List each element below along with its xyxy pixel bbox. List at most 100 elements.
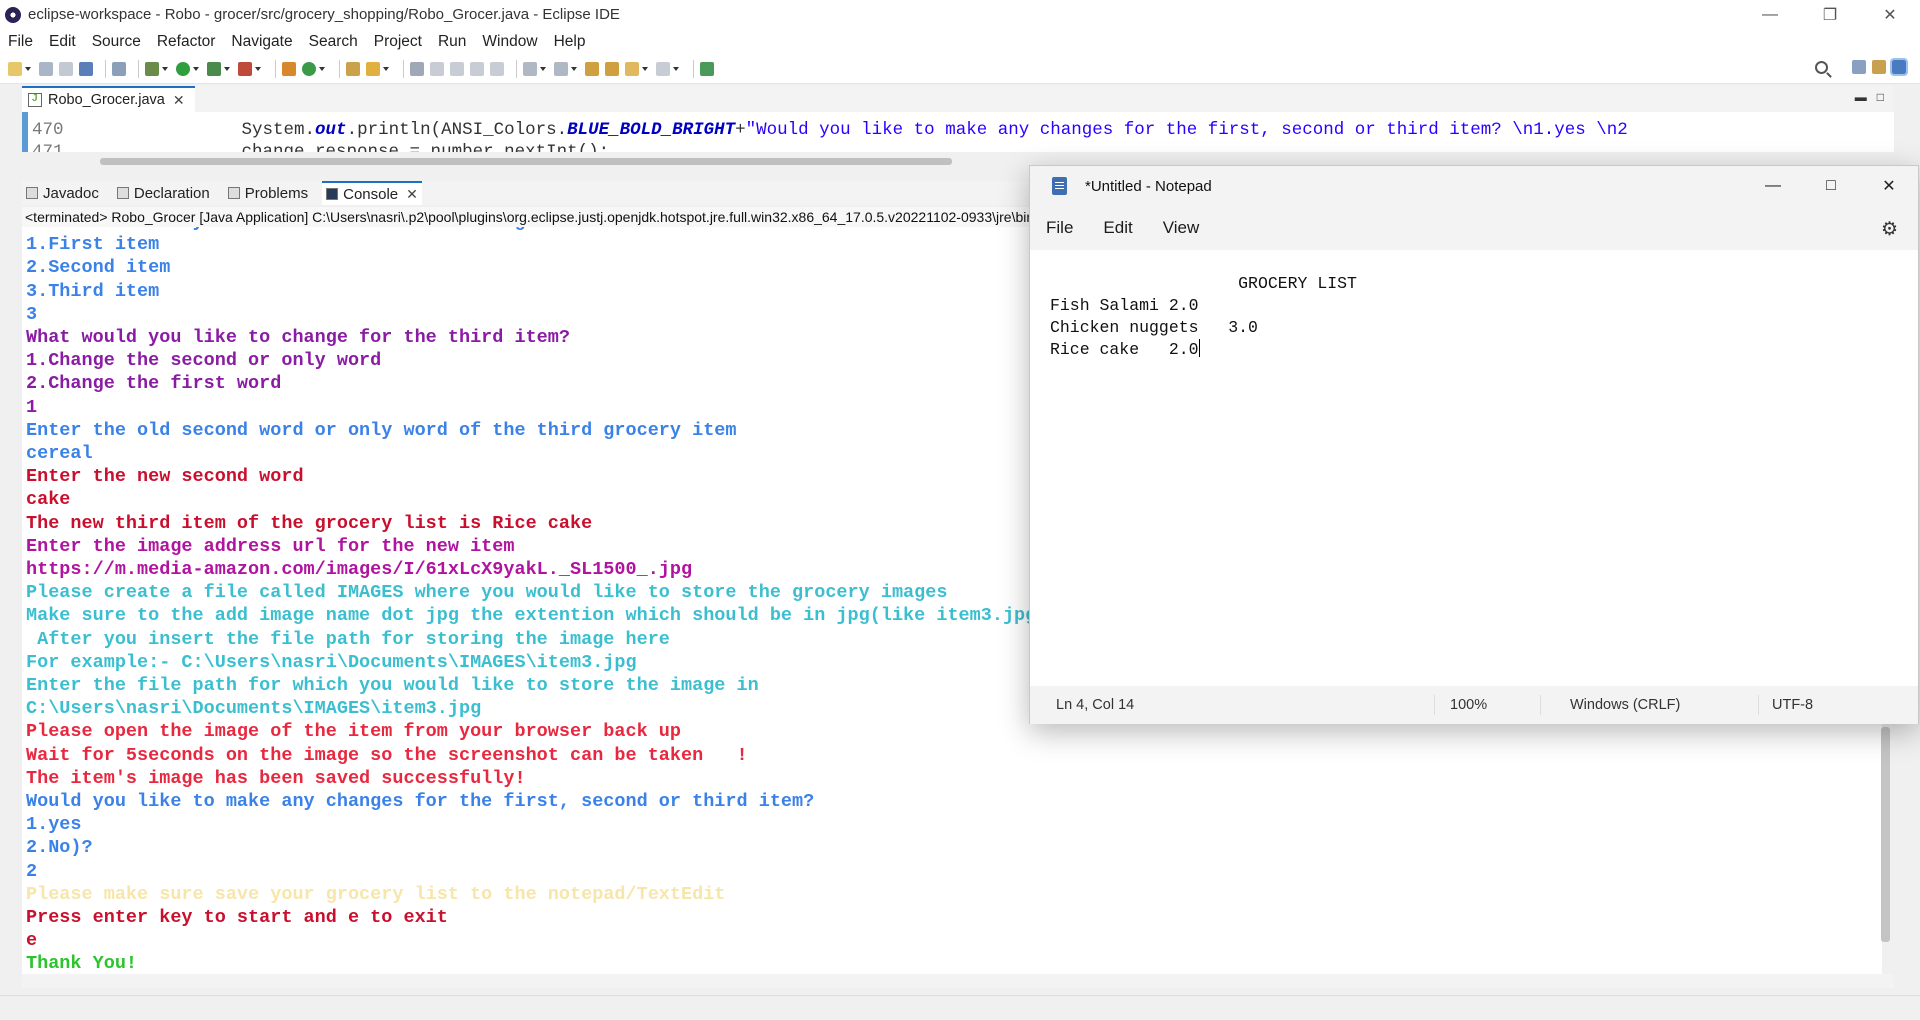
zoom-level: 100% xyxy=(1450,697,1488,713)
menu-navigate[interactable]: Navigate xyxy=(231,33,292,51)
new-class-icon[interactable] xyxy=(302,61,316,76)
notepad-content: GROCERY LIST Fish Salami 2.0 Chicken nug… xyxy=(1050,274,1357,359)
cursor-position: Ln 4, Col 14 xyxy=(1056,697,1135,713)
console-horizontal-scrollbar[interactable] xyxy=(22,974,1894,988)
menu-project[interactable]: Project xyxy=(374,33,422,51)
menu-bar: File Edit Source Refactor Navigate Searc… xyxy=(0,29,1920,54)
run-icon[interactable] xyxy=(176,61,190,76)
console-line: Enter the old second word or only word o… xyxy=(26,419,737,441)
console-line: After you insert the file path for stori… xyxy=(26,628,670,650)
skip-breakpoints-icon[interactable] xyxy=(112,61,126,76)
console-line: Please make sure save your grocery list … xyxy=(26,883,726,905)
notepad-maximize-button[interactable]: □ xyxy=(1802,166,1860,206)
close-button[interactable]: ✕ xyxy=(1860,0,1920,29)
tab-declaration[interactable]: Declaration xyxy=(113,181,214,205)
debug-icon[interactable] xyxy=(145,61,159,76)
main-toolbar xyxy=(0,54,1920,84)
console-line: 3 xyxy=(26,303,38,325)
tab-problems[interactable]: Problems xyxy=(224,181,312,205)
notepad-menu-edit[interactable]: Edit xyxy=(1103,218,1132,238)
console-icon xyxy=(326,188,339,200)
next-annotation-icon[interactable] xyxy=(523,61,537,76)
menu-refactor[interactable]: Refactor xyxy=(157,33,216,51)
status-bar xyxy=(0,995,1920,1020)
java-file-icon xyxy=(28,93,42,107)
tab-robo-grocer-java[interactable]: Robo_Grocer.java ✕ xyxy=(22,86,195,112)
notepad-menu-view[interactable]: View xyxy=(1163,218,1200,238)
change-ruler xyxy=(22,112,28,152)
code-editor[interactable]: 470 System.out.println(ANSI_Colors.BLUE_… xyxy=(22,112,1894,152)
console-line: 2.Change the first word xyxy=(26,373,282,395)
show-whitespace-icon[interactable] xyxy=(490,61,504,76)
notepad-minimize-button[interactable]: — xyxy=(1744,166,1802,206)
console-line: 1.yes xyxy=(26,814,82,836)
annotation-icon[interactable] xyxy=(430,61,444,76)
menu-file[interactable]: File xyxy=(8,33,33,51)
console-line: Please create a file called IMAGES where… xyxy=(26,582,948,604)
open-type-icon[interactable] xyxy=(346,61,360,76)
new-icon[interactable] xyxy=(8,61,22,76)
prev-annotation-icon[interactable] xyxy=(554,61,568,76)
settings-gear-icon[interactable]: ⚙ xyxy=(1881,218,1898,241)
java-ee-perspective-icon[interactable] xyxy=(1872,60,1886,74)
notepad-menu-file[interactable]: File xyxy=(1046,218,1073,238)
menu-run[interactable]: Run xyxy=(438,33,466,51)
back-icon[interactable] xyxy=(605,61,619,76)
block-select-icon[interactable] xyxy=(470,61,484,76)
menu-edit[interactable]: Edit xyxy=(49,33,76,51)
javadoc-icon xyxy=(26,187,38,199)
console-line: Make sure to the add image name dot jpg … xyxy=(26,605,1048,627)
window-title: eclipse-workspace - Robo - grocer/src/gr… xyxy=(28,6,620,23)
menu-window[interactable]: Window xyxy=(482,33,537,51)
menu-source[interactable]: Source xyxy=(92,33,141,51)
tab-javadoc[interactable]: Javadoc xyxy=(22,181,103,205)
notepad-icon xyxy=(1052,177,1067,195)
tab-console[interactable]: Console ✕ xyxy=(322,181,422,205)
code-line: 470 System.out.println(ANSI_Colors.BLUE_… xyxy=(32,120,1628,140)
console-process-label: <terminated> Robo_Grocer [Java Applicati… xyxy=(22,207,1032,227)
menu-help[interactable]: Help xyxy=(554,33,586,51)
minimize-button[interactable]: — xyxy=(1740,0,1800,29)
console-line: Thank You! xyxy=(26,953,138,975)
new-java-project-icon[interactable] xyxy=(282,61,296,76)
eclipse-title-bar: eclipse-workspace - Robo - grocer/src/gr… xyxy=(0,0,1920,29)
console-line: C:\Users\nasri\Documents\IMAGES\item3.jp… xyxy=(26,698,482,720)
console-line: For example:- C:\Users\nasri\Documents\I… xyxy=(26,651,637,673)
open-task-icon[interactable] xyxy=(366,61,380,76)
open-perspective-icon[interactable] xyxy=(1852,60,1866,74)
restore-button[interactable]: ❐ xyxy=(1800,0,1860,29)
console-line: 2 xyxy=(26,860,38,882)
console-line: The new third item of the grocery list i… xyxy=(26,512,593,534)
maximize-view-icon[interactable]: □ xyxy=(1877,90,1884,104)
console-line: 2.No)? xyxy=(26,837,93,859)
menu-search[interactable]: Search xyxy=(309,33,358,51)
notepad-status-bar: Ln 4, Col 14 100% Windows (CRLF) UTF-8 xyxy=(1030,686,1918,724)
java-perspective-icon[interactable] xyxy=(1890,58,1908,76)
terminal-icon[interactable] xyxy=(79,61,93,76)
editor-horizontal-scrollbar[interactable] xyxy=(100,158,952,165)
console-vertical-scrollbar[interactable] xyxy=(1881,727,1890,942)
word-wrap-icon[interactable] xyxy=(450,61,464,76)
back-history-icon[interactable] xyxy=(625,61,639,76)
external-tools-icon[interactable] xyxy=(238,61,252,76)
last-edit-icon[interactable] xyxy=(585,61,599,76)
coverage-icon[interactable] xyxy=(207,61,221,76)
save-all-icon[interactable] xyxy=(59,61,73,76)
search-icon[interactable] xyxy=(1815,60,1828,74)
text-caret xyxy=(1198,339,1200,357)
close-console-icon[interactable]: ✕ xyxy=(406,186,418,203)
close-tab-icon[interactable]: ✕ xyxy=(173,92,185,109)
notepad-close-button[interactable]: ✕ xyxy=(1860,166,1918,206)
toggle-mark-icon[interactable] xyxy=(410,61,424,76)
line-ending: Windows (CRLF) xyxy=(1570,697,1681,713)
notepad-text-area[interactable]: GROCERY LIST Fish Salami 2.0 Chicken nug… xyxy=(1030,254,1918,684)
console-line: 3.Third item xyxy=(26,280,160,302)
console-line: cake xyxy=(26,489,71,511)
notepad-window[interactable]: *Untitled - Notepad — □ ✕ File Edit View… xyxy=(1029,165,1919,724)
pin-editor-icon[interactable] xyxy=(700,61,714,76)
forward-icon[interactable] xyxy=(656,61,670,76)
minimize-view-icon[interactable]: ▬ xyxy=(1855,90,1867,104)
console-line: 1 xyxy=(26,396,38,418)
editor-tab-label: Robo_Grocer.java xyxy=(48,92,165,108)
save-icon[interactable] xyxy=(39,61,53,76)
